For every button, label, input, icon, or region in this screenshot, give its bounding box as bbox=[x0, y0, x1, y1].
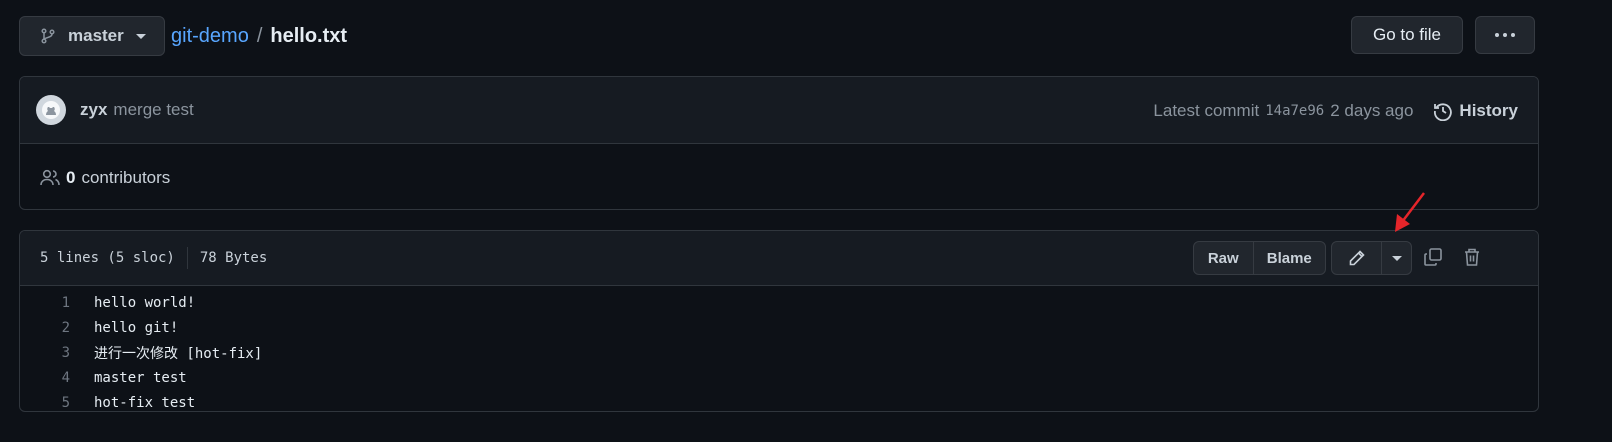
copy-icon bbox=[1424, 248, 1442, 266]
code-line: 4 master test bbox=[20, 365, 1538, 390]
header-divider bbox=[186, 247, 188, 269]
commit-meta: Latest commit 14a7e96 2 days ago History bbox=[1153, 77, 1518, 144]
pencil-icon bbox=[1349, 250, 1365, 266]
repo-link[interactable]: git-demo bbox=[171, 25, 249, 48]
breadcrumb-separator: / bbox=[256, 24, 263, 47]
contributors-count: 0 bbox=[66, 167, 76, 187]
file-name: hello.txt bbox=[270, 24, 348, 47]
blame-button[interactable]: Blame bbox=[1252, 242, 1325, 274]
branch-select-button[interactable]: master bbox=[19, 16, 165, 56]
commit-row: zyx merge test Latest commit 14a7e96 2 d… bbox=[20, 77, 1538, 144]
avatar[interactable] bbox=[36, 95, 66, 125]
contributors-label: contributors bbox=[81, 167, 171, 187]
file-navigation-bar: master git-demo / hello.txt Go to file bbox=[19, 16, 1539, 56]
branch-icon bbox=[41, 28, 55, 44]
commit-message[interactable]: merge test bbox=[113, 100, 193, 120]
line-content: 进行一次修改 [hot-fix] bbox=[94, 345, 263, 362]
history-label: History bbox=[1459, 100, 1518, 120]
file-viewer: 5 lines (5 sloc) 78 Bytes Raw Blame 1 he… bbox=[19, 230, 1539, 412]
branch-name: master bbox=[68, 26, 124, 45]
edit-button[interactable] bbox=[1332, 242, 1381, 274]
latest-commit-label: Latest commit bbox=[1153, 100, 1260, 120]
history-link[interactable]: History bbox=[1433, 101, 1518, 121]
file-line-count: 5 lines (5 sloc) bbox=[40, 250, 175, 266]
line-number[interactable]: 4 bbox=[20, 370, 70, 386]
edit-dropdown-button[interactable] bbox=[1381, 242, 1411, 274]
code-line: 3 进行一次修改 [hot-fix] bbox=[20, 340, 1538, 365]
trash-icon bbox=[1465, 248, 1479, 266]
code-view: 1 hello world! 2 hello git! 3 进行一次修改 [ho… bbox=[20, 286, 1538, 411]
commit-sha[interactable]: 14a7e96 bbox=[1265, 103, 1324, 119]
line-number[interactable]: 5 bbox=[20, 395, 70, 411]
kebab-horizontal-icon bbox=[1495, 33, 1515, 37]
file-header: 5 lines (5 sloc) 78 Bytes Raw Blame bbox=[20, 231, 1538, 286]
line-number[interactable]: 1 bbox=[20, 295, 70, 311]
copy-button[interactable] bbox=[1422, 246, 1444, 268]
history-icon bbox=[1434, 102, 1453, 121]
line-number[interactable]: 3 bbox=[20, 345, 70, 361]
delete-button[interactable] bbox=[1461, 246, 1483, 268]
file-size: 78 Bytes bbox=[199, 250, 268, 266]
line-content: hello world! bbox=[94, 294, 196, 311]
code-line: 2 hello git! bbox=[20, 315, 1538, 340]
raw-blame-group: Raw Blame bbox=[1193, 241, 1326, 275]
more-options-button[interactable] bbox=[1475, 16, 1535, 54]
line-number[interactable]: 2 bbox=[20, 320, 70, 336]
raw-button[interactable]: Raw bbox=[1194, 242, 1253, 274]
go-to-file-button[interactable]: Go to file bbox=[1351, 16, 1463, 54]
latest-commit-box: zyx merge test Latest commit 14a7e96 2 d… bbox=[19, 76, 1539, 210]
breadcrumb: git-demo / hello.txt bbox=[171, 16, 347, 56]
commit-time: 2 days ago bbox=[1330, 100, 1414, 120]
contributors-row: 0 contributors bbox=[20, 144, 1538, 209]
line-content: hello git! bbox=[94, 319, 179, 336]
code-line: 1 hello world! bbox=[20, 290, 1538, 315]
line-content: hot-fix test bbox=[94, 394, 196, 411]
chevron-down-icon bbox=[135, 33, 146, 39]
people-icon bbox=[40, 169, 60, 185]
commit-author[interactable]: zyx bbox=[80, 100, 107, 120]
code-line: 5 hot-fix test bbox=[20, 390, 1538, 411]
edit-group bbox=[1331, 241, 1412, 275]
chevron-down-icon bbox=[1391, 255, 1402, 261]
line-content: master test bbox=[94, 369, 187, 386]
avatar-icon bbox=[42, 101, 60, 119]
